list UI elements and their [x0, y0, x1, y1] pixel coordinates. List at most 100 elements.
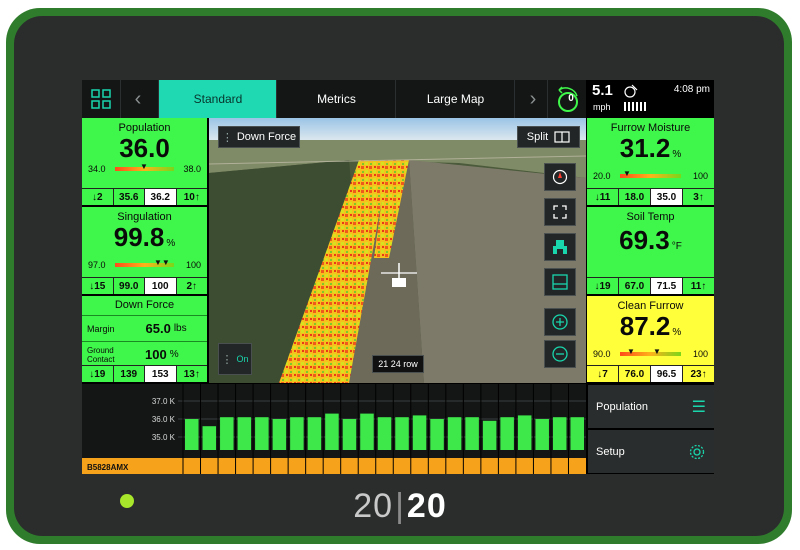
ground-contact-value: 100 [145, 347, 167, 362]
row-bar-17[interactable] [465, 417, 479, 450]
down-force-overlay-button[interactable]: ⋮ Down Force [218, 126, 300, 148]
row-bar-13[interactable] [395, 417, 409, 450]
clean-furrow-low: 76.0 [619, 366, 651, 382]
seed-strip [82, 458, 586, 474]
clean-furrow-value: 87.2 [619, 311, 671, 341]
clean-furrow-value-row: 87.2% [587, 312, 714, 347]
compass-button[interactable] [544, 163, 576, 191]
row-bar-5[interactable] [255, 417, 269, 450]
display-screen: ‹ Standard Metrics Large Map › 0 5.1 mph… [82, 80, 714, 474]
row-bar-20[interactable] [517, 415, 532, 450]
singulation-panel[interactable]: Singulation 99.8% 97.0 ▼▼ 100 ↓ 15 99.0 1… [82, 207, 207, 296]
soil-temp-value: 69.3 [619, 225, 670, 255]
row-bar-16[interactable] [447, 417, 462, 450]
furrow-moisture-mid: 35.0 [651, 189, 683, 205]
clean-furrow-min: 90.0 [593, 349, 611, 359]
singulation-up-count: 2 ↑ [186, 280, 198, 292]
singulation-min: 97.0 [88, 260, 106, 270]
furrow-moisture-value: 31.2 [619, 133, 671, 163]
row-bar-14[interactable] [412, 415, 427, 450]
gear-icon [689, 444, 705, 459]
zoom-out-icon [552, 346, 568, 362]
zoom-in-button[interactable] [544, 308, 576, 336]
row-bar-11[interactable] [360, 413, 374, 450]
setup-menu-label: Setup [596, 445, 625, 458]
ground-contact-label-2: Contact [87, 354, 115, 364]
row-bar-2[interactable] [202, 426, 217, 450]
soil-temp-title: Soil Temp [626, 211, 675, 223]
row-bar-12[interactable] [377, 417, 392, 450]
row-bar-9[interactable] [325, 413, 339, 450]
row-population-chart[interactable]: 37.0 K 36.0 K 35.0 K B5828AMX [82, 384, 586, 474]
tab-large-map[interactable]: Large Map [395, 80, 515, 118]
layer-icon [552, 274, 568, 290]
next-tab-button[interactable]: › [514, 80, 551, 118]
tractor-view-button[interactable] [544, 233, 576, 261]
population-menu-item[interactable]: Population ☰ [588, 385, 714, 428]
clean-furrow-marker: ▼ [627, 347, 635, 356]
singulation-value: 99.8 [113, 222, 165, 252]
menu-icon: ☰ [691, 398, 706, 416]
apps-grid-button[interactable] [82, 80, 121, 118]
row-bar-19[interactable] [500, 417, 514, 450]
tab-metrics[interactable]: Metrics [276, 80, 396, 118]
clean-furrow-up-count: 23 ↑ [690, 368, 707, 380]
y-label-35: 35.0 K [152, 433, 176, 442]
population-marker: ▼ [140, 162, 148, 171]
population-up-count: 10 ↑ [183, 191, 200, 203]
row-bar-10[interactable] [342, 419, 357, 450]
setup-menu-item[interactable]: Setup [588, 430, 714, 473]
population-mid: 36.2 [145, 189, 177, 205]
down-force-panel[interactable]: Down Force Margin 65.0 lbs Ground Contac… [82, 296, 207, 384]
row-bar-15[interactable] [430, 419, 444, 450]
alert-count: 0 [568, 93, 574, 104]
chevron-right-icon: › [529, 87, 537, 110]
chevron-left-icon: ‹ [134, 87, 142, 110]
row-bar-3[interactable] [220, 417, 234, 450]
field-map[interactable]: ⋮ Down Force Split ⋮ On 21 24 row [209, 118, 586, 383]
clean-furrow-panel[interactable]: Clean Furrow 87.2% 90.0 ▼ ▼ 100 ↓ 7 76.0 … [587, 296, 714, 384]
row-bar-4[interactable] [237, 417, 252, 450]
drag-handle-icon: ⋮ [221, 131, 233, 144]
fullscreen-button[interactable] [544, 198, 576, 226]
down-force-low-count: ↓ 19 [82, 366, 114, 382]
population-gauge: 34.0 ▼ 38.0 [82, 162, 207, 176]
map-toggle-button[interactable]: ⋮ On [218, 343, 252, 375]
row-bar-7[interactable] [290, 417, 304, 450]
furrow-moisture-up-count: 3 ↑ [693, 191, 704, 203]
singulation-gauge: 97.0 ▼▼ 100 [82, 258, 207, 272]
down-force-title: Down Force [114, 299, 175, 311]
singulation-mid: 100 [145, 278, 177, 294]
down-force-mid: 153 [145, 366, 177, 382]
soil-temp-low-count: ↓ 19 [587, 278, 619, 294]
row-bar-22[interactable] [552, 417, 567, 450]
row-bar-6[interactable] [272, 419, 287, 450]
alerts-button[interactable]: 0 [547, 80, 586, 118]
row-bar-8[interactable] [307, 417, 322, 450]
population-stats: ↓ 2 35.6 36.2 10 ↑ [82, 188, 207, 205]
map-layer-button[interactable] [544, 268, 576, 296]
singulation-value-row: 99.8% [82, 223, 207, 258]
previous-tab-button[interactable]: ‹ [120, 80, 156, 118]
down-force-low: 139 [114, 366, 145, 382]
row-bar-18[interactable] [482, 420, 497, 450]
field-map-canvas [209, 118, 586, 383]
population-max: 38.0 [183, 164, 201, 174]
row-bar-21[interactable] [535, 419, 549, 450]
population-panel[interactable]: Population 36.0 34.0 ▼ 38.0 ↓ 2 35.6 36.2… [82, 118, 207, 207]
clean-furrow-stats: ↓ 7 76.0 96.5 23 ↑ [587, 365, 714, 382]
soil-temp-panel[interactable]: Soil Temp 69.3 °F ↓ 19 67.0 71.5 11 ↑ [587, 207, 714, 296]
brand-right: 20 [406, 487, 447, 525]
arrow-up-icon: ↑ [698, 191, 704, 203]
clean-furrow-unit: % [672, 327, 682, 338]
zoom-out-button[interactable] [544, 340, 576, 368]
row-bar-1[interactable] [185, 419, 199, 450]
furrow-moisture-panel[interactable]: Furrow Moisture 31.2% 20.0 ▼ 100 ↓ 11 18.… [587, 118, 714, 207]
brand-logo: 20|20 [353, 487, 447, 525]
tab-standard[interactable]: Standard [158, 80, 277, 118]
ground-contact-label-1: Ground [87, 345, 114, 355]
split-view-button[interactable]: Split [517, 126, 580, 148]
drag-handle-icon: ⋮ [221, 353, 233, 366]
compass-icon [552, 169, 568, 185]
row-bar-23[interactable] [570, 417, 584, 450]
